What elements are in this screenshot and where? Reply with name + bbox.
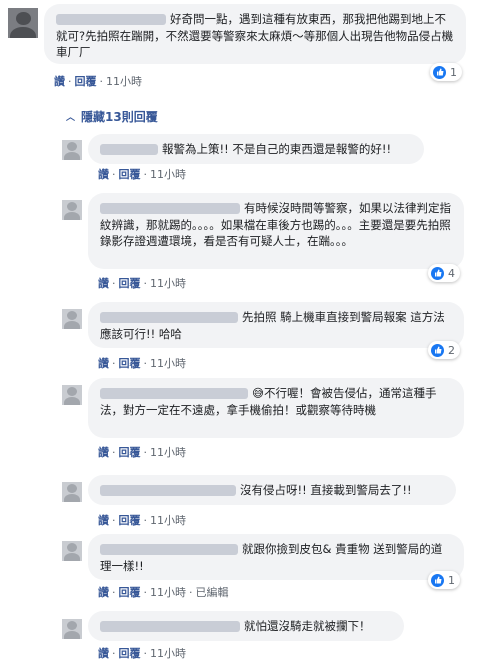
like-icon: [433, 65, 446, 79]
reply-author-name-blurred[interactable]: [100, 203, 240, 214]
like-link[interactable]: 讚: [98, 357, 109, 370]
reply-avatar[interactable]: [62, 385, 82, 405]
reply-time[interactable]: 11小時: [150, 357, 186, 370]
edited-label[interactable]: 已編輯: [196, 586, 229, 599]
reply-reactions[interactable]: 2: [428, 341, 460, 359]
reply-link[interactable]: 回覆: [119, 357, 141, 370]
like-link[interactable]: 讚: [98, 586, 109, 599]
like-link[interactable]: 讚: [98, 446, 109, 459]
reply-actions: 讚 · 回覆 · 11小時: [98, 446, 186, 459]
reply-time[interactable]: 11小時: [150, 168, 186, 181]
reply-reactions[interactable]: 1: [428, 571, 460, 589]
reply-author-name-blurred[interactable]: [100, 388, 248, 399]
like-link[interactable]: 讚: [98, 168, 109, 181]
reply-bubble: 就跟你撿到皮包& 貴重物 送到警局的道理一樣!!: [88, 534, 464, 580]
reply-time[interactable]: 11小時: [150, 586, 186, 599]
reply-link[interactable]: 回覆: [119, 446, 141, 459]
reply-actions: 讚 · 回覆 · 11小時: [98, 647, 186, 660]
reply-time[interactable]: 11小時: [150, 446, 186, 459]
reply-avatar[interactable]: [62, 140, 82, 160]
reply-text: 沒有侵占呀!! 直接載到警局去了!!: [240, 483, 412, 497]
reply-text: 報警為上策!! 不是自己的東西還是報警的好!!: [162, 142, 392, 156]
reply-link[interactable]: 回覆: [119, 168, 141, 181]
reaction-count: 2: [448, 343, 455, 357]
chevron-up-icon: ︿: [66, 113, 76, 123]
reply-actions: 讚 · 回覆 · 11小時: [98, 277, 186, 290]
reply-reactions[interactable]: 4: [428, 264, 460, 282]
like-link[interactable]: 讚: [54, 75, 65, 88]
reply-time[interactable]: 11小時: [150, 277, 186, 290]
reaction-count: 1: [448, 573, 455, 587]
like-icon: [431, 266, 444, 280]
comment-time[interactable]: 11小時: [106, 75, 142, 88]
reply-link[interactable]: 回覆: [75, 75, 97, 88]
reply-avatar[interactable]: [62, 619, 82, 639]
reply-author-name-blurred[interactable]: [100, 544, 238, 555]
reply-actions: 讚 · 回覆 · 11小時 · 已編輯: [98, 586, 229, 599]
like-link[interactable]: 讚: [98, 514, 109, 527]
like-icon: [431, 343, 444, 357]
reply-author-name-blurred[interactable]: [100, 312, 238, 323]
comment-reactions[interactable]: 1: [430, 63, 462, 81]
reaction-count: 4: [448, 266, 455, 280]
reply-actions: 讚 · 回覆 · 11小時: [98, 357, 186, 370]
reply-author-name-blurred[interactable]: [100, 621, 240, 632]
reply-avatar[interactable]: [62, 482, 82, 502]
reply-actions: 讚 · 回覆 · 11小時: [98, 168, 186, 181]
reply-author-name-blurred[interactable]: [100, 485, 236, 496]
reply-link[interactable]: 回覆: [119, 647, 141, 660]
hide-replies-toggle[interactable]: ︿ 隱藏13則回覆: [66, 108, 158, 125]
comment-actions: 讚 · 回覆 · 11小時: [54, 75, 142, 88]
comment-bubble: 好奇問一點，遇到這種有放東西，那我把他踢到地上不就可?先拍照在踹開，不然還要等警…: [44, 4, 466, 64]
reply-bubble: 先拍照 騎上機車直接到警局報案 這方法應該可行!! 哈哈: [88, 302, 464, 348]
reply-text: 就怕還沒騎走就被攔下！: [244, 619, 371, 633]
reply-author-name-blurred[interactable]: [100, 144, 158, 155]
reply-avatar[interactable]: [62, 309, 82, 329]
reply-bubble: 報警為上策!! 不是自己的東西還是報警的好!!: [88, 134, 424, 164]
reply-time[interactable]: 11小時: [150, 514, 186, 527]
reaction-count: 1: [450, 65, 457, 79]
hide-replies-label: 隱藏13則回覆: [81, 110, 158, 124]
reply-avatar[interactable]: [62, 200, 82, 220]
commenter-name-blurred[interactable]: [56, 14, 166, 25]
commenter-avatar[interactable]: [8, 8, 38, 38]
reply-link[interactable]: 回覆: [119, 586, 141, 599]
like-link[interactable]: 讚: [98, 647, 109, 660]
reply-bubble: 有時候沒時間等警察，如果以法律判定指紋辨識，那就踢的。。。。如果檔在車後方也踢的…: [88, 193, 464, 269]
reply-link[interactable]: 回覆: [119, 514, 141, 527]
reply-actions: 讚 · 回覆 · 11小時: [98, 514, 186, 527]
like-link[interactable]: 讚: [98, 277, 109, 290]
reply-bubble: 就怕還沒騎走就被攔下！: [88, 611, 404, 641]
like-icon: [431, 573, 444, 587]
reply-time[interactable]: 11小時: [150, 647, 186, 660]
reply-bubble: 沒有侵占呀!! 直接載到警局去了!!: [88, 475, 456, 505]
reply-link[interactable]: 回覆: [119, 277, 141, 290]
reply-bubble: 😅不行喔！會被告侵佔，通常這種手法，對方一定在不遠處，拿手機偷拍！或觀察等待時機: [88, 378, 464, 438]
reply-avatar[interactable]: [62, 541, 82, 561]
